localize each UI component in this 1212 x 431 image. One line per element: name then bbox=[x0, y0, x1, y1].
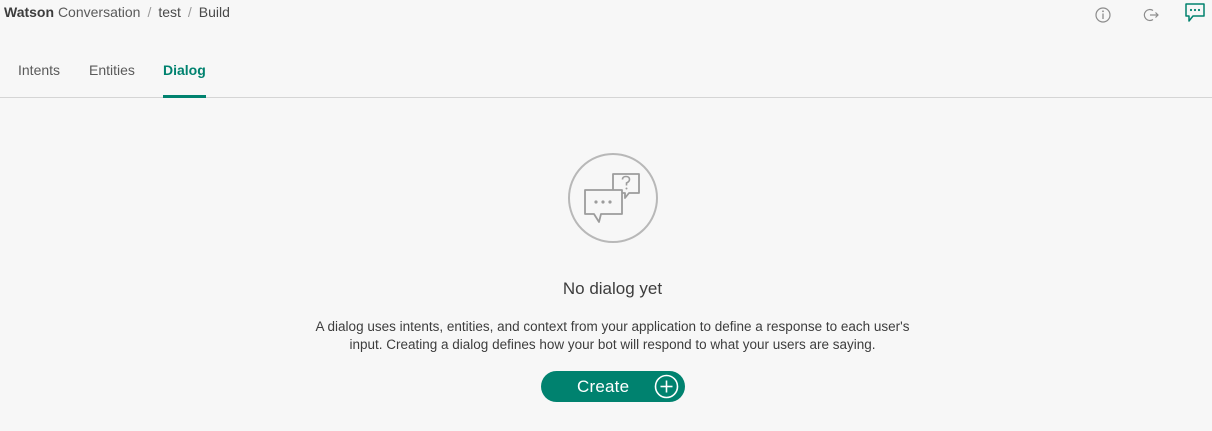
chat-bubbles-question-icon bbox=[567, 152, 659, 244]
breadcrumb: Watson Conversation / test / Build bbox=[4, 4, 230, 20]
breadcrumb-section: Build bbox=[198, 4, 230, 20]
create-dialog-button[interactable]: Create bbox=[541, 371, 685, 402]
brand-name: Watson bbox=[4, 4, 55, 20]
logout-icon[interactable] bbox=[1141, 4, 1163, 26]
empty-state-description: A dialog uses intents, entities, and con… bbox=[290, 318, 935, 354]
top-bar: Watson Conversation / test / Build bbox=[0, 0, 1212, 26]
empty-state-title: No dialog yet bbox=[562, 279, 663, 298]
tab-entities[interactable]: Entities bbox=[89, 62, 135, 95]
create-button-label: Create bbox=[577, 377, 630, 396]
chat-icon[interactable] bbox=[1183, 1, 1207, 25]
breadcrumb-separator: / bbox=[187, 4, 192, 20]
empty-state-description-line: A dialog uses intents, entities, and con… bbox=[315, 319, 910, 334]
tab-intents[interactable]: Intents bbox=[18, 62, 60, 95]
brand-product: Conversation bbox=[57, 4, 141, 20]
tab-dialog[interactable]: Dialog bbox=[163, 62, 206, 98]
info-icon[interactable] bbox=[1092, 4, 1114, 26]
breadcrumb-separator: / bbox=[147, 4, 152, 20]
add-circle-icon bbox=[654, 374, 679, 399]
breadcrumb-workspace[interactable]: test bbox=[158, 4, 181, 20]
empty-state-description-line: input. Creating a dialog defines how you… bbox=[349, 337, 876, 352]
tab-bar: Intents Entities Dialog bbox=[0, 44, 1212, 98]
